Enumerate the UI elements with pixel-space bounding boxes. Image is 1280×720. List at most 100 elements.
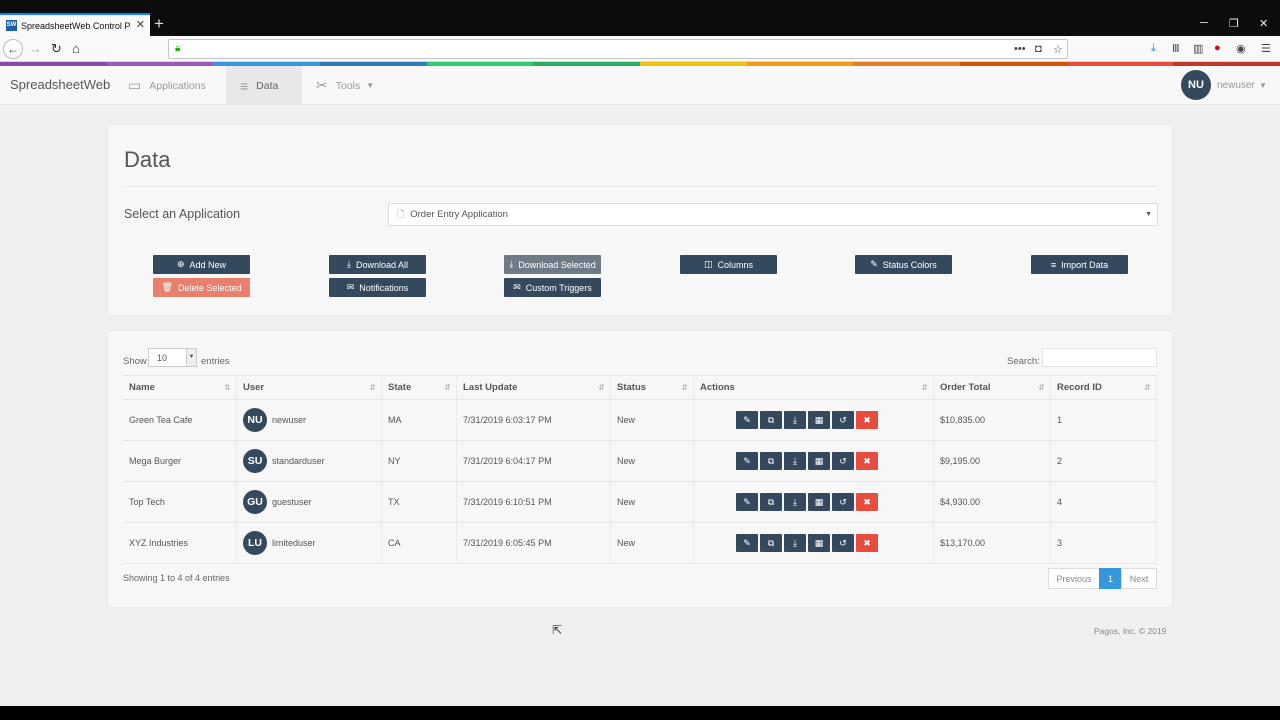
downloads-icon[interactable]: ⤓ [1151, 42, 1156, 55]
column-header-last-update[interactable]: Last Update ⇵ [457, 376, 611, 399]
brand-logo[interactable]: SpreadsheetWeb [10, 77, 110, 92]
edit-icon[interactable]: ✎ [736, 534, 758, 552]
download-icon[interactable]: ⤓ [784, 452, 806, 470]
download-all-button[interactable]: ⤓ Download All [329, 255, 426, 274]
state-value: CA [388, 538, 401, 548]
search-input[interactable] [1042, 348, 1157, 367]
cell-status: New [611, 400, 694, 440]
page-actions-icon[interactable]: ••• [1014, 43, 1026, 55]
history-icon[interactable]: ↺ [832, 534, 854, 552]
delete-icon[interactable]: ✖ [856, 534, 878, 552]
chevron-down-icon[interactable]: ▼ [1259, 81, 1267, 90]
notifications-button[interactable]: ✉ Notifications [329, 278, 426, 297]
tools-icon: ✂ [316, 77, 328, 93]
calendar-icon[interactable]: ▦ [808, 493, 830, 511]
column-header-actions[interactable]: Actions ⇵ [694, 376, 934, 399]
column-header-state[interactable]: State ⇵ [382, 376, 457, 399]
delete-icon[interactable]: ✖ [856, 411, 878, 429]
tab-close-icon[interactable]: ✕ [136, 18, 145, 31]
column-header-name[interactable]: Name ⇅ [123, 376, 237, 399]
avatar: GU [243, 490, 267, 514]
back-button[interactable]: ← [3, 39, 23, 59]
reload-button[interactable]: ↻ [51, 40, 62, 58]
bookmark-star-icon[interactable]: ☆ [1053, 43, 1063, 56]
extension-icon[interactable]: ● [1214, 42, 1221, 54]
sort-icon[interactable]: ⇵ [369, 383, 376, 392]
download-icon[interactable]: ⤓ [784, 411, 806, 429]
nav-data[interactable]: ≡ Data [226, 66, 302, 105]
minimize-button[interactable]: ─ [1200, 17, 1208, 29]
columns-button[interactable]: ◫ Columns [680, 255, 777, 274]
table-row[interactable]: XYZ Industries LU limiteduser CA 7/31/2019 6… [123, 523, 1157, 564]
new-tab-button[interactable]: + [154, 14, 164, 34]
sort-icon[interactable]: ⇵ [1144, 383, 1151, 392]
download-selected-label: Download Selected [518, 259, 596, 270]
copy-icon[interactable]: ⧉ [760, 411, 782, 429]
sort-icon[interactable]: ⇵ [921, 383, 928, 392]
edit-icon[interactable]: ✎ [736, 452, 758, 470]
user-avatar[interactable]: NU [1181, 70, 1211, 100]
cell-last-update: 7/31/2019 6:03:17 PM [457, 400, 611, 440]
home-button[interactable]: ⌂ [72, 40, 80, 58]
pocket-icon[interactable]: ◘ [1035, 43, 1042, 55]
calendar-icon[interactable]: ▦ [808, 534, 830, 552]
download-selected-button[interactable]: ⤓ Download Selected [504, 255, 601, 274]
edit-icon[interactable]: ✎ [736, 493, 758, 511]
edit-icon[interactable]: ✎ [736, 411, 758, 429]
add-new-button[interactable]: ⊕ Add New [153, 255, 250, 274]
cell-name: XYZ Industries [123, 523, 237, 563]
nav-tools[interactable]: ✂ Tools ▼ [302, 66, 388, 105]
page-1-button[interactable]: 1 [1099, 568, 1122, 589]
cell-state: MA [382, 400, 457, 440]
delete-icon[interactable]: ✖ [856, 452, 878, 470]
nav-applications[interactable]: ▭ Applications [114, 66, 220, 105]
download-icon[interactable]: ⤓ [784, 493, 806, 511]
avatar: NU [243, 408, 267, 432]
library-icon[interactable]: Ⅲ [1172, 42, 1180, 55]
delete-selected-button[interactable]: 🗑︎ Delete Selected [153, 278, 250, 297]
sort-icon[interactable]: ⇵ [598, 383, 605, 392]
next-page-button[interactable]: Next [1121, 568, 1157, 589]
column-header-record-id[interactable]: Record ID ⇵ [1051, 376, 1157, 399]
custom-triggers-button[interactable]: ✉ Custom Triggers [504, 278, 601, 297]
cell-actions: ✎ ⧉ ⤓ ▦ ↺ ✖ [694, 400, 934, 440]
history-icon[interactable]: ↺ [832, 452, 854, 470]
sort-icon[interactable]: ⇵ [1038, 383, 1045, 392]
import-data-button[interactable]: ≡ Import Data [1031, 255, 1128, 274]
record-id-value: 2 [1057, 456, 1063, 466]
sort-icon[interactable]: ⇵ [444, 383, 451, 392]
table-row[interactable]: Top Tech GU guestuser TX 7/31/2019 6:10:51 P… [123, 482, 1157, 523]
calendar-icon[interactable]: ▦ [808, 452, 830, 470]
sort-icon[interactable]: ⇵ [681, 383, 688, 392]
table-row[interactable]: Mega Burger SU standarduser NY 7/31/2019 6:0… [123, 441, 1157, 482]
state-value: NY [388, 456, 401, 466]
column-header-user[interactable]: User ⇵ [237, 376, 382, 399]
calendar-icon[interactable]: ▦ [808, 411, 830, 429]
download-icon[interactable]: ⤓ [784, 534, 806, 552]
status-colors-button[interactable]: ✎ Status Colors [855, 255, 952, 274]
close-window-button[interactable]: ✕ [1259, 17, 1268, 30]
copy-icon[interactable]: ⧉ [760, 493, 782, 511]
previous-page-button[interactable]: Previous [1048, 568, 1100, 589]
sort-icon[interactable]: ⇅ [224, 383, 231, 392]
page-length-select[interactable]: 10 ▼ [148, 348, 197, 367]
column-header-order-total[interactable]: Order Total ⇵ [934, 376, 1051, 399]
restore-button[interactable]: ❐ [1229, 17, 1239, 30]
history-icon[interactable]: ↺ [832, 493, 854, 511]
columns-label: Columns [717, 259, 754, 270]
copy-icon[interactable]: ⧉ [760, 534, 782, 552]
application-select[interactable]: 🗋︎ Order Entry Application ▼ [388, 203, 1158, 226]
cell-name: Top Tech [123, 482, 237, 522]
delete-icon[interactable]: ✖ [856, 493, 878, 511]
user-menu[interactable]: newuser [1217, 80, 1255, 91]
copy-icon[interactable]: ⧉ [760, 452, 782, 470]
column-header-status[interactable]: Status ⇵ [611, 376, 694, 399]
forward-button[interactable]: → [29, 40, 42, 58]
url-bar[interactable]: 🔒︎ ••• ◘ ☆ [168, 39, 1068, 59]
table-row[interactable]: Green Tea Cafe NU newuser MA 7/31/2019 6:03:… [123, 400, 1157, 441]
account-icon[interactable]: ◉ [1236, 42, 1246, 55]
menu-icon[interactable]: ☰ [1261, 42, 1271, 55]
sidebar-icon[interactable]: ▥ [1193, 42, 1203, 55]
browser-tab[interactable]: SW SpreadsheetWeb Control Panel ✕ [0, 13, 150, 36]
history-icon[interactable]: ↺ [832, 411, 854, 429]
